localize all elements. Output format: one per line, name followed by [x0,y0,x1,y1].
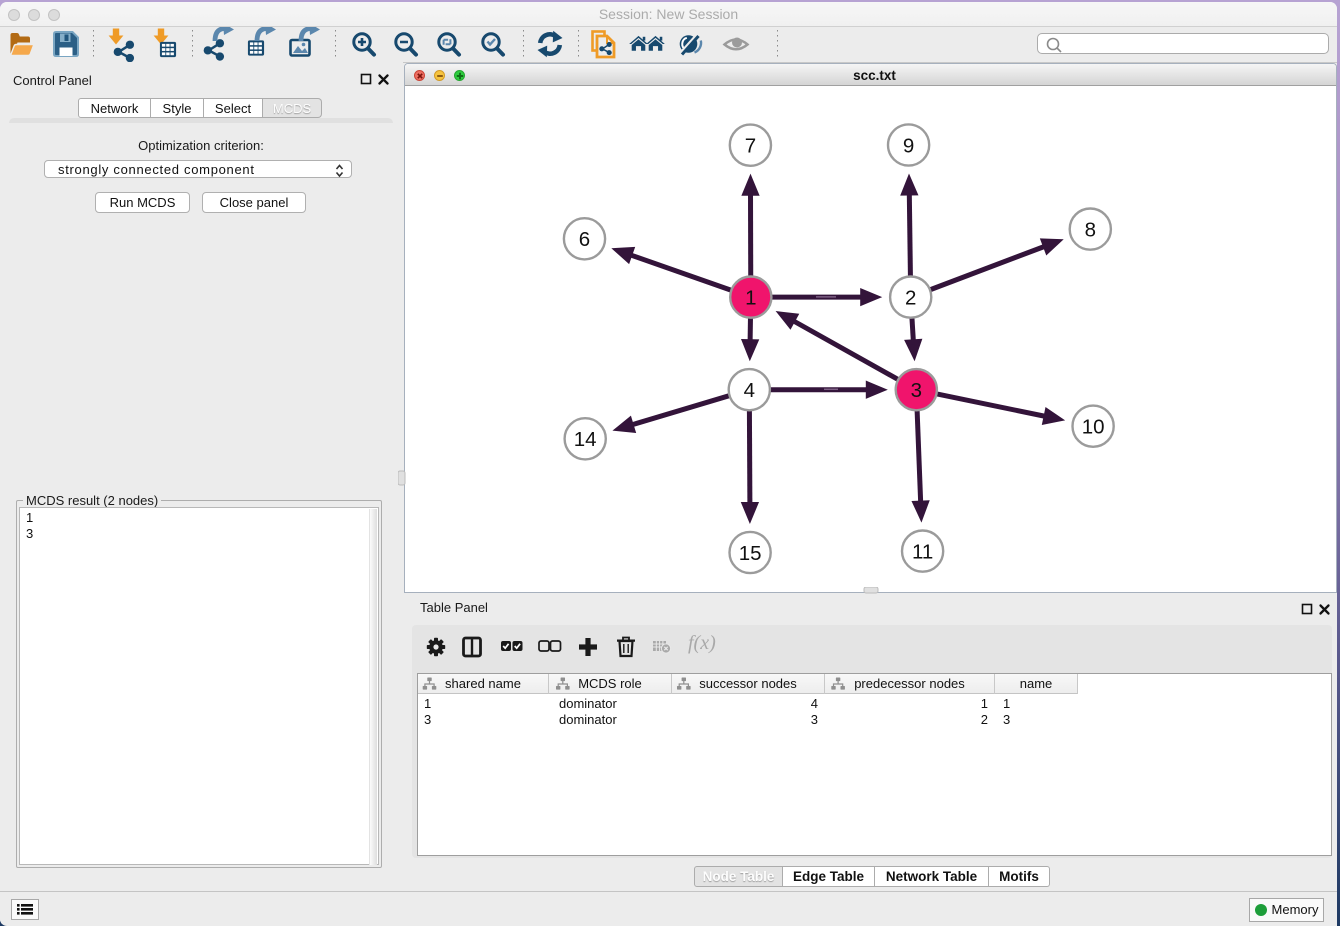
svg-text:6: 6 [579,228,590,251]
svg-text:10: 10 [1082,416,1105,439]
svg-text:9: 9 [903,134,914,157]
svg-text:14: 14 [574,428,597,451]
svg-text:4: 4 [744,379,755,402]
svg-text:3: 3 [911,379,922,402]
svg-text:8: 8 [1085,218,1096,241]
svg-text:2: 2 [905,286,916,309]
svg-text:7: 7 [745,135,756,158]
svg-text:1: 1 [745,286,756,309]
svg-text:11: 11 [912,540,933,563]
svg-text:15: 15 [739,542,762,565]
